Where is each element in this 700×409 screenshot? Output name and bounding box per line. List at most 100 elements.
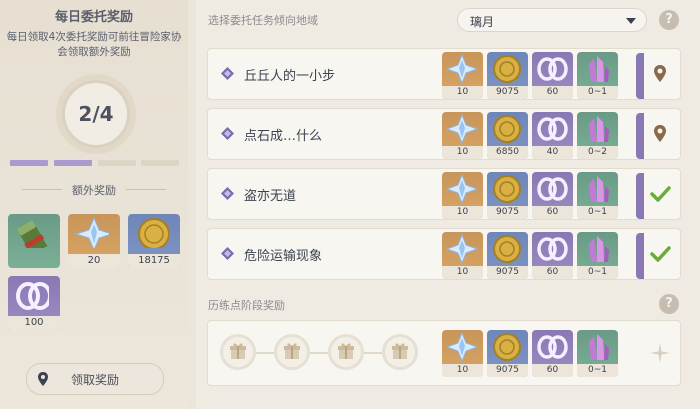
crystal-icon <box>589 236 609 262</box>
reward-primogem[interactable]: 10 <box>442 232 483 279</box>
primogem-icon <box>445 233 479 265</box>
reward-primogem[interactable]: 10 <box>442 330 483 377</box>
crystal-icon <box>589 176 609 202</box>
commission-title: 丘丘人的一小步 <box>244 69 336 84</box>
reward-overflow <box>636 113 644 159</box>
region-select-label: 选择委托任务倾向地域 <box>208 14 318 27</box>
reward-primogem[interactable]: 10 <box>442 112 483 159</box>
reward-count: 10 <box>442 146 483 159</box>
reward-crystal[interactable]: 0~1 <box>577 52 618 99</box>
reward-count: 0~1 <box>577 364 618 377</box>
reward-mora[interactable]: 9075 <box>487 52 528 99</box>
claim-rewards-button[interactable]: 领取奖励 <box>26 363 164 395</box>
exp-icon <box>537 177 568 201</box>
primogem-icon <box>445 53 479 85</box>
commission-title: 点石成…什么 <box>244 129 323 144</box>
location-pin-icon[interactable] <box>648 121 672 147</box>
commission-title: 危险运输现象 <box>244 249 323 264</box>
reward-exp[interactable]: 60 <box>532 232 573 279</box>
exp-icon <box>537 57 568 81</box>
progress-segment <box>10 160 48 166</box>
reward-crystal[interactable]: 0~1 <box>577 172 618 219</box>
reward-count: 0~2 <box>577 146 618 159</box>
commission-row[interactable]: 盗亦无道 10 9075 60 0~1 <box>207 168 681 220</box>
help-icon[interactable]: ? <box>659 294 679 314</box>
primogem-icon <box>445 331 479 363</box>
reward-exp[interactable]: 60 <box>532 52 573 99</box>
reward-mora[interactable]: 6850 <box>487 112 528 159</box>
chevron-down-icon <box>626 18 636 24</box>
gift-box-icon <box>284 343 300 359</box>
reward-crystal[interactable]: 0~1 <box>577 232 618 279</box>
exp-icon <box>16 282 49 310</box>
commission-row[interactable]: 丘丘人的一小步 10 9075 60 0~1 <box>207 48 681 100</box>
daily-reward-panel: 每日委托奖励 每日领取4次委托奖励可前往冒险家协会领取额外奖励 2/4 额外奖励… <box>0 0 188 409</box>
region-dropdown[interactable]: 璃月 <box>457 8 647 32</box>
reward-primogem[interactable]: 10 <box>442 172 483 219</box>
help-icon[interactable]: ? <box>659 10 679 30</box>
reward-overflow <box>636 233 644 279</box>
reward-exp[interactable]: 60 <box>532 172 573 219</box>
reward-count: 9075 <box>487 266 528 279</box>
reward-count: 20 <box>68 254 120 268</box>
milestone-connector <box>256 352 274 354</box>
milestone-connector <box>310 352 328 354</box>
crystal-icon <box>589 116 609 142</box>
gift-box-icon <box>392 343 408 359</box>
sparkle-icon <box>650 343 670 363</box>
milestone-gift[interactable] <box>328 334 364 370</box>
mora-icon <box>493 235 521 263</box>
milestone-gift[interactable] <box>274 334 310 370</box>
reward-primogem[interactable]: 10 <box>442 52 483 99</box>
reward-count: 9075 <box>487 206 528 219</box>
progress-segment <box>98 160 136 166</box>
reward-mora[interactable]: 9075 <box>487 232 528 279</box>
reward-mora[interactable]: 18175 <box>128 214 180 268</box>
reward-count: 9075 <box>487 86 528 99</box>
mora-icon <box>138 218 169 248</box>
reward-count: 10 <box>442 86 483 99</box>
gift-box-icon <box>230 343 246 359</box>
progress-segment <box>54 160 92 166</box>
commission-row[interactable]: 危险运输现象 10 9075 60 0~1 <box>207 228 681 280</box>
commission-diamond-icon <box>221 67 234 80</box>
reward-exp[interactable]: 40 <box>532 112 573 159</box>
reward-count: 18175 <box>128 254 180 268</box>
region-value: 璃月 <box>470 15 495 29</box>
milestone-gift[interactable] <box>220 334 256 370</box>
reward-overflow <box>636 173 644 219</box>
check-icon <box>650 246 671 262</box>
reward-count: 60 <box>532 266 573 279</box>
reward-mora[interactable]: 9075 <box>487 330 528 377</box>
reward-exp[interactable]: 100 <box>8 276 60 330</box>
scroll-icon <box>17 220 49 248</box>
reward-primogem[interactable]: 20 <box>68 214 120 268</box>
mora-icon <box>493 333 521 361</box>
reward-crystal[interactable]: 0~2 <box>577 112 618 159</box>
reward-count: 100 <box>8 316 60 330</box>
exp-icon <box>537 117 568 141</box>
commission-diamond-icon <box>221 247 234 260</box>
reward-scroll[interactable] <box>8 214 60 268</box>
reward-count: 10 <box>442 266 483 279</box>
location-pin-icon <box>38 372 48 386</box>
reward-exp[interactable]: 60 <box>532 330 573 377</box>
reward-count: 0~1 <box>577 86 618 99</box>
reward-crystal[interactable]: 0~1 <box>577 330 618 377</box>
extra-rewards-heading: 额外奖励 <box>0 182 188 198</box>
exp-icon <box>537 237 568 261</box>
commission-row[interactable]: 点石成…什么 10 6850 40 0~2 <box>207 108 681 160</box>
milestone-gift[interactable] <box>382 334 418 370</box>
reward-count: 0~1 <box>577 206 618 219</box>
progress-segment <box>141 160 179 166</box>
check-icon <box>650 186 671 202</box>
gift-box-icon <box>338 343 354 359</box>
reward-count: 9075 <box>487 364 528 377</box>
reward-mora[interactable]: 9075 <box>487 172 528 219</box>
location-pin-icon[interactable] <box>648 61 672 87</box>
claim-button-label: 领取奖励 <box>70 372 119 387</box>
reward-count: 40 <box>532 146 573 159</box>
progress-text: 2/4 <box>78 102 114 126</box>
commission-title: 盗亦无道 <box>244 189 297 204</box>
reward-count: 10 <box>442 206 483 219</box>
